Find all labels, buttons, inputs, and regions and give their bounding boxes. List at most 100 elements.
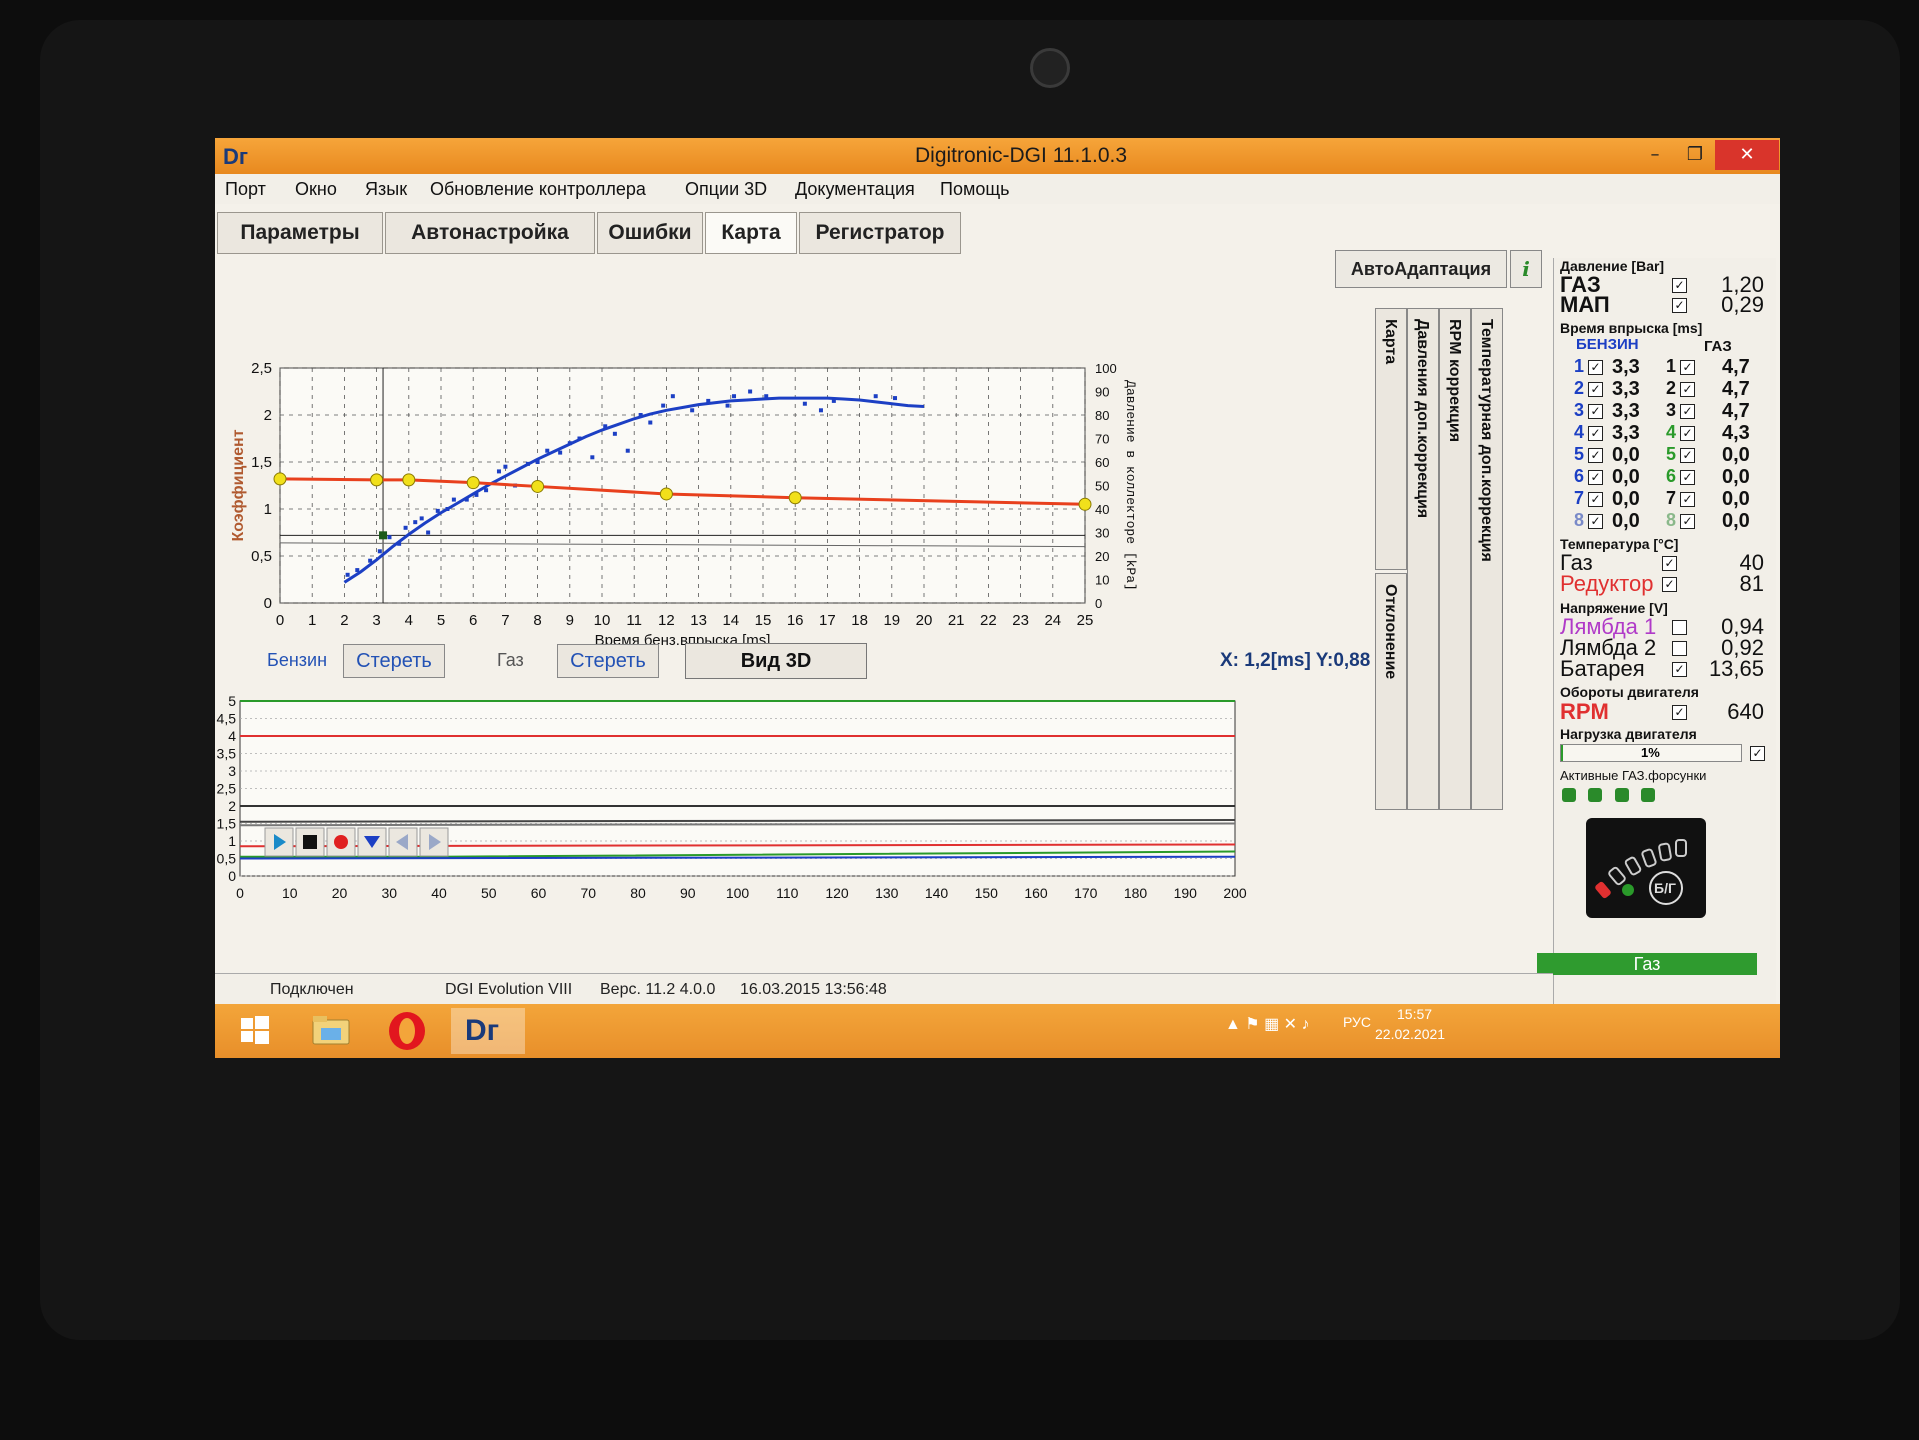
rpm-checkbox[interactable]: ✓ (1672, 705, 1687, 720)
petrol-injector-checkbox[interactable]: ✓ (1588, 492, 1603, 507)
back-icon[interactable] (388, 827, 418, 857)
tray-language[interactable]: РУС (1343, 1014, 1371, 1030)
gas-injector-checkbox[interactable]: ✓ (1680, 382, 1695, 397)
close-icon[interactable]: ✕ (1715, 140, 1779, 170)
tray-date[interactable]: 22.02.2021 (1375, 1026, 1445, 1042)
menu-controller-update[interactable]: Обновление контроллера (430, 179, 646, 200)
tab-map[interactable]: Карта (705, 212, 797, 254)
x-tick-label: 7 (501, 612, 509, 629)
digitronic-icon[interactable]: Dг (451, 1008, 525, 1054)
logger-x-tick: 80 (630, 885, 646, 901)
restore-icon[interactable]: ❐ (1675, 140, 1715, 170)
petrol-injector-checkbox[interactable]: ✓ (1588, 448, 1603, 463)
cursor-coordinates: X: 1,2[ms] Y:0,88 (1220, 650, 1371, 671)
petrol-injector-checkbox[interactable]: ✓ (1588, 426, 1603, 441)
record-icon[interactable] (326, 827, 356, 857)
minimize-icon[interactable]: – (1635, 140, 1675, 170)
x-tick-label: 21 (948, 612, 965, 629)
plot-area (279, 367, 1086, 604)
x-tick-label: 9 (566, 612, 574, 629)
fuel-mode-indicator: Газ (1537, 953, 1757, 975)
tray-time[interactable]: 15:57 (1397, 1006, 1432, 1022)
windows-start-icon[interactable] (223, 1008, 287, 1054)
logger-y-tick: 4,5 (217, 711, 237, 727)
data-point (387, 535, 392, 540)
tray-icons[interactable]: ▲ ⚑ ▦ ✕ ♪ (1225, 1014, 1309, 1034)
tab-errors[interactable]: Ошибки (597, 212, 703, 254)
forward-icon[interactable] (419, 827, 449, 857)
gas-injector-number: 1 (1666, 356, 1677, 376)
logger-y-tick: 3 (228, 763, 236, 779)
petrol-clear-button[interactable]: Стереть (343, 644, 445, 678)
menu-window[interactable]: Окно (295, 179, 337, 200)
reducer-temperature-checkbox[interactable]: ✓ (1662, 577, 1677, 592)
petrol-injection-time: 3,3 (1612, 356, 1640, 378)
y-tick-label: 0,5 (251, 548, 272, 565)
vtab-map[interactable]: Карта (1375, 308, 1407, 570)
petrol-injector-checkbox[interactable]: ✓ (1588, 360, 1603, 375)
load-checkbox[interactable]: ✓ (1750, 746, 1765, 761)
fuel-switch-label: Б/Г (1654, 880, 1676, 896)
logger-y-tick: 1 (228, 833, 236, 849)
opera-icon[interactable] (375, 1008, 439, 1054)
file-explorer-icon[interactable] (299, 1008, 363, 1054)
x-tick-label: 20 (916, 612, 933, 629)
right-panel: Давление [Bar] ГАЗ ✓ 1,20 МАП ✓ 0,29 Вре… (1553, 258, 1776, 1058)
map-node (659, 487, 673, 501)
gas-injector-checkbox[interactable]: ✓ (1680, 360, 1695, 375)
x-tick-label: 4 (405, 612, 413, 629)
gas-injector-checkbox[interactable]: ✓ (1680, 426, 1695, 441)
petrol-injection-time: 3,3 (1612, 400, 1640, 422)
fuel-switch-widget[interactable]: Б/Г (1586, 818, 1706, 918)
gas-injection-time: 4,7 (1722, 356, 1750, 378)
y-tick-label: 2,5 (251, 360, 272, 377)
firmware-date: 16.03.2015 13:56:48 (740, 981, 887, 998)
gas-pressure-checkbox[interactable]: ✓ (1672, 278, 1687, 293)
petrol-injector-checkbox[interactable]: ✓ (1588, 470, 1603, 485)
petrol-column-title: БЕНЗИН (1576, 336, 1639, 353)
petrol-injector-checkbox[interactable]: ✓ (1588, 404, 1603, 419)
gas-injector-number: 7 (1666, 488, 1677, 508)
tab-parameters[interactable]: Параметры (217, 212, 383, 254)
menu-documentation[interactable]: Документация (795, 179, 915, 200)
petrol-injection-time: 0,0 (1612, 510, 1640, 532)
data-point (690, 408, 695, 413)
play-icon[interactable] (264, 827, 294, 857)
logger-chart[interactable]: 00,511,522,533,544,550 10 20 30 40 50 60 70 80 90… (215, 686, 1545, 926)
menu-language[interactable]: Язык (365, 179, 407, 200)
petrol-injector-checkbox[interactable]: ✓ (1588, 382, 1603, 397)
main-tabs: Параметры Автонастройка Ошибки Карта Рег… (215, 208, 1780, 256)
petrol-injector-checkbox[interactable]: ✓ (1588, 514, 1603, 529)
gas-injector-checkbox[interactable]: ✓ (1680, 448, 1695, 463)
data-point (484, 488, 489, 493)
gas-injector-checkbox[interactable]: ✓ (1680, 470, 1695, 485)
gas-injector-checkbox[interactable]: ✓ (1680, 514, 1695, 529)
lambda1-checkbox[interactable] (1672, 620, 1687, 635)
menu-port[interactable]: Порт (225, 179, 266, 200)
map-pressure-checkbox[interactable]: ✓ (1672, 298, 1687, 313)
gas-clear-button[interactable]: Стереть (557, 644, 659, 678)
battery-checkbox[interactable]: ✓ (1672, 662, 1687, 677)
x-tick-label: 19 (883, 612, 900, 629)
gas-injector-checkbox[interactable]: ✓ (1680, 492, 1695, 507)
menu-options-3d[interactable]: Опции 3D (685, 179, 767, 200)
menu-help[interactable]: Помощь (940, 179, 1010, 200)
y2-tick-label: 100 (1095, 361, 1117, 376)
data-point (535, 460, 540, 464)
x-tick-label: 6 (469, 612, 477, 629)
stop-icon[interactable] (295, 827, 325, 857)
x-tick-label: 12 (658, 612, 675, 629)
data-point (661, 403, 666, 408)
petrol-injector-number: 4 (1574, 422, 1585, 442)
battery-value: 13,65 (1708, 656, 1764, 681)
gas-injector-checkbox[interactable]: ✓ (1680, 404, 1695, 419)
gas-injection-time: 0,0 (1722, 510, 1750, 532)
petrol-injector-number: 7 (1574, 488, 1585, 508)
tab-autotune[interactable]: Автонастройка (385, 212, 595, 254)
gas-temperature-checkbox[interactable]: ✓ (1662, 556, 1677, 571)
tab-logger[interactable]: Регистратор (799, 212, 961, 254)
lambda2-checkbox[interactable] (1672, 641, 1687, 656)
download-icon[interactable] (357, 827, 387, 857)
logger-x-tick: 190 (1174, 885, 1198, 901)
view-3d-button[interactable]: Вид 3D (685, 643, 867, 679)
